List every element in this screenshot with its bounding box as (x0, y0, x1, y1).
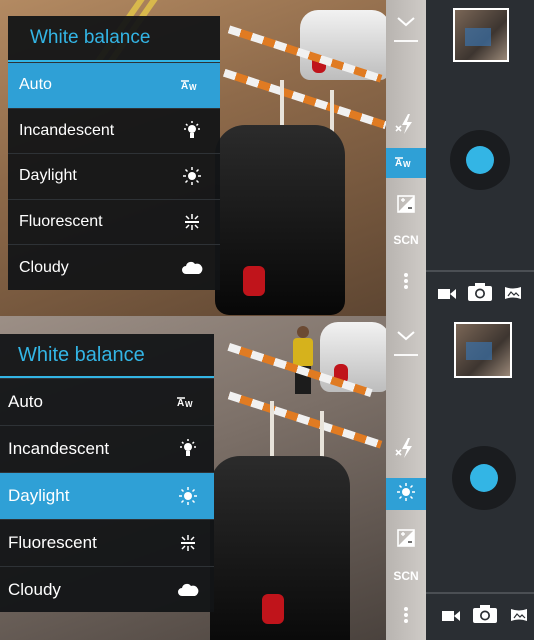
overflow-menu-icon (403, 272, 409, 294)
white-balance-button[interactable] (386, 478, 426, 510)
camera-right-panel (426, 0, 534, 316)
camera-screen-bottom: White balance Auto AW Incandescent Dayli… (0, 316, 534, 640)
panorama-mode-icon[interactable] (504, 285, 522, 304)
exposure-button[interactable] (386, 522, 426, 558)
fence-post (270, 401, 274, 461)
collapse-button[interactable] (386, 6, 426, 36)
menu-item-label: Auto (19, 76, 52, 94)
cloud-icon (174, 583, 202, 597)
flash-off-icon (395, 437, 417, 463)
auto-wb-icon: AW (395, 154, 417, 173)
menu-item-fluorescent[interactable]: Fluorescent (8, 198, 220, 245)
video-mode-icon[interactable] (438, 285, 456, 304)
white-balance-menu: White balance Auto AW Incandescent Dayli… (0, 334, 214, 612)
menu-item-daylight[interactable]: Daylight (0, 472, 214, 519)
incandescent-icon (174, 439, 202, 459)
shutter-button[interactable] (452, 446, 516, 510)
pedestrian (292, 326, 314, 396)
camera-mode-icon[interactable] (467, 282, 493, 306)
exposure-icon (397, 195, 415, 217)
camera-right-panel (426, 316, 534, 640)
camera-mode-icon[interactable] (472, 604, 498, 628)
exposure-icon (397, 529, 415, 551)
auto-wb-icon: AW (174, 395, 202, 409)
menu-item-auto[interactable]: Auto AW (8, 62, 220, 108)
menu-item-cloudy[interactable]: Cloudy (0, 566, 214, 613)
last-photo-thumbnail[interactable] (454, 322, 512, 378)
panorama-mode-icon[interactable] (510, 607, 528, 626)
menu-item-label: Incandescent (8, 439, 110, 458)
menu-item-label: Fluorescent (8, 533, 97, 552)
menu-item-label: Incandescent (19, 121, 115, 139)
svg-text:A: A (395, 158, 402, 169)
menu-item-label: Fluorescent (19, 213, 103, 231)
white-balance-button[interactable]: AW (386, 148, 426, 178)
shutter-button[interactable] (450, 130, 510, 190)
camera-control-strip: SCN (386, 316, 426, 640)
overflow-menu-icon (403, 606, 409, 628)
svg-text:W: W (403, 160, 411, 169)
taillight (243, 266, 265, 296)
more-options-button[interactable] (386, 268, 426, 298)
fluorescent-icon (174, 533, 202, 553)
menu-title: White balance (30, 27, 151, 48)
strip-divider (394, 354, 418, 356)
menu-item-label: Daylight (8, 486, 70, 505)
menu-item-daylight[interactable]: Daylight (8, 153, 220, 199)
flash-button[interactable] (386, 432, 426, 468)
construction-barrier (227, 391, 383, 449)
shutter-dot (470, 464, 498, 492)
strip-divider (394, 40, 418, 42)
taillight (262, 594, 284, 624)
sun-icon (396, 482, 416, 506)
menu-item-label: Auto (8, 392, 43, 411)
flash-off-icon (395, 113, 417, 139)
sun-icon (174, 486, 202, 506)
chevron-down-icon (397, 12, 415, 31)
black-car (215, 125, 345, 315)
shutter-dot (466, 146, 494, 174)
pedestrian-torso (293, 338, 313, 366)
scene-mode-button[interactable]: SCN (386, 226, 426, 254)
incandescent-icon (178, 120, 206, 141)
menu-item-cloudy[interactable]: Cloudy (8, 244, 220, 290)
scene-mode-button[interactable]: SCN (386, 562, 426, 590)
capture-mode-switcher (438, 283, 522, 305)
sun-icon (178, 166, 206, 186)
white-balance-menu: White balance Auto AW Incandescent Dayli… (8, 16, 220, 290)
last-photo-thumbnail[interactable] (453, 8, 509, 62)
scene-mode-label: SCN (393, 569, 419, 583)
menu-item-incandescent[interactable]: Incandescent (8, 107, 220, 154)
svg-text:A: A (181, 81, 188, 92)
video-mode-icon[interactable] (442, 607, 460, 626)
fluorescent-icon (178, 212, 206, 232)
svg-text:W: W (189, 83, 197, 92)
more-options-button[interactable] (386, 602, 426, 632)
capture-mode-switcher (442, 604, 528, 628)
camera-control-strip: AW SCN (386, 0, 426, 316)
svg-text:W: W (185, 400, 193, 409)
auto-wb-icon: AW (178, 78, 206, 92)
cloud-icon (178, 261, 206, 275)
menu-item-fluorescent[interactable]: Fluorescent (0, 519, 214, 566)
collapse-button[interactable] (386, 320, 426, 350)
menu-item-label: Cloudy (19, 258, 69, 276)
menu-item-incandescent[interactable]: Incandescent (0, 425, 214, 472)
chevron-down-icon (397, 326, 415, 345)
mode-divider (426, 592, 534, 594)
menu-title: White balance (18, 343, 145, 366)
exposure-button[interactable] (386, 188, 426, 224)
camera-screen-top: White balance Auto AW Incandescent Dayli… (0, 0, 534, 316)
flash-button[interactable] (386, 108, 426, 144)
scene-mode-label: SCN (393, 233, 419, 247)
menu-item-label: Daylight (19, 167, 77, 185)
menu-item-label: Cloudy (8, 580, 61, 599)
menu-item-auto[interactable]: Auto AW (0, 378, 214, 425)
mode-divider (426, 270, 534, 272)
pedestrian-head (297, 326, 309, 338)
svg-text:A: A (177, 398, 184, 409)
